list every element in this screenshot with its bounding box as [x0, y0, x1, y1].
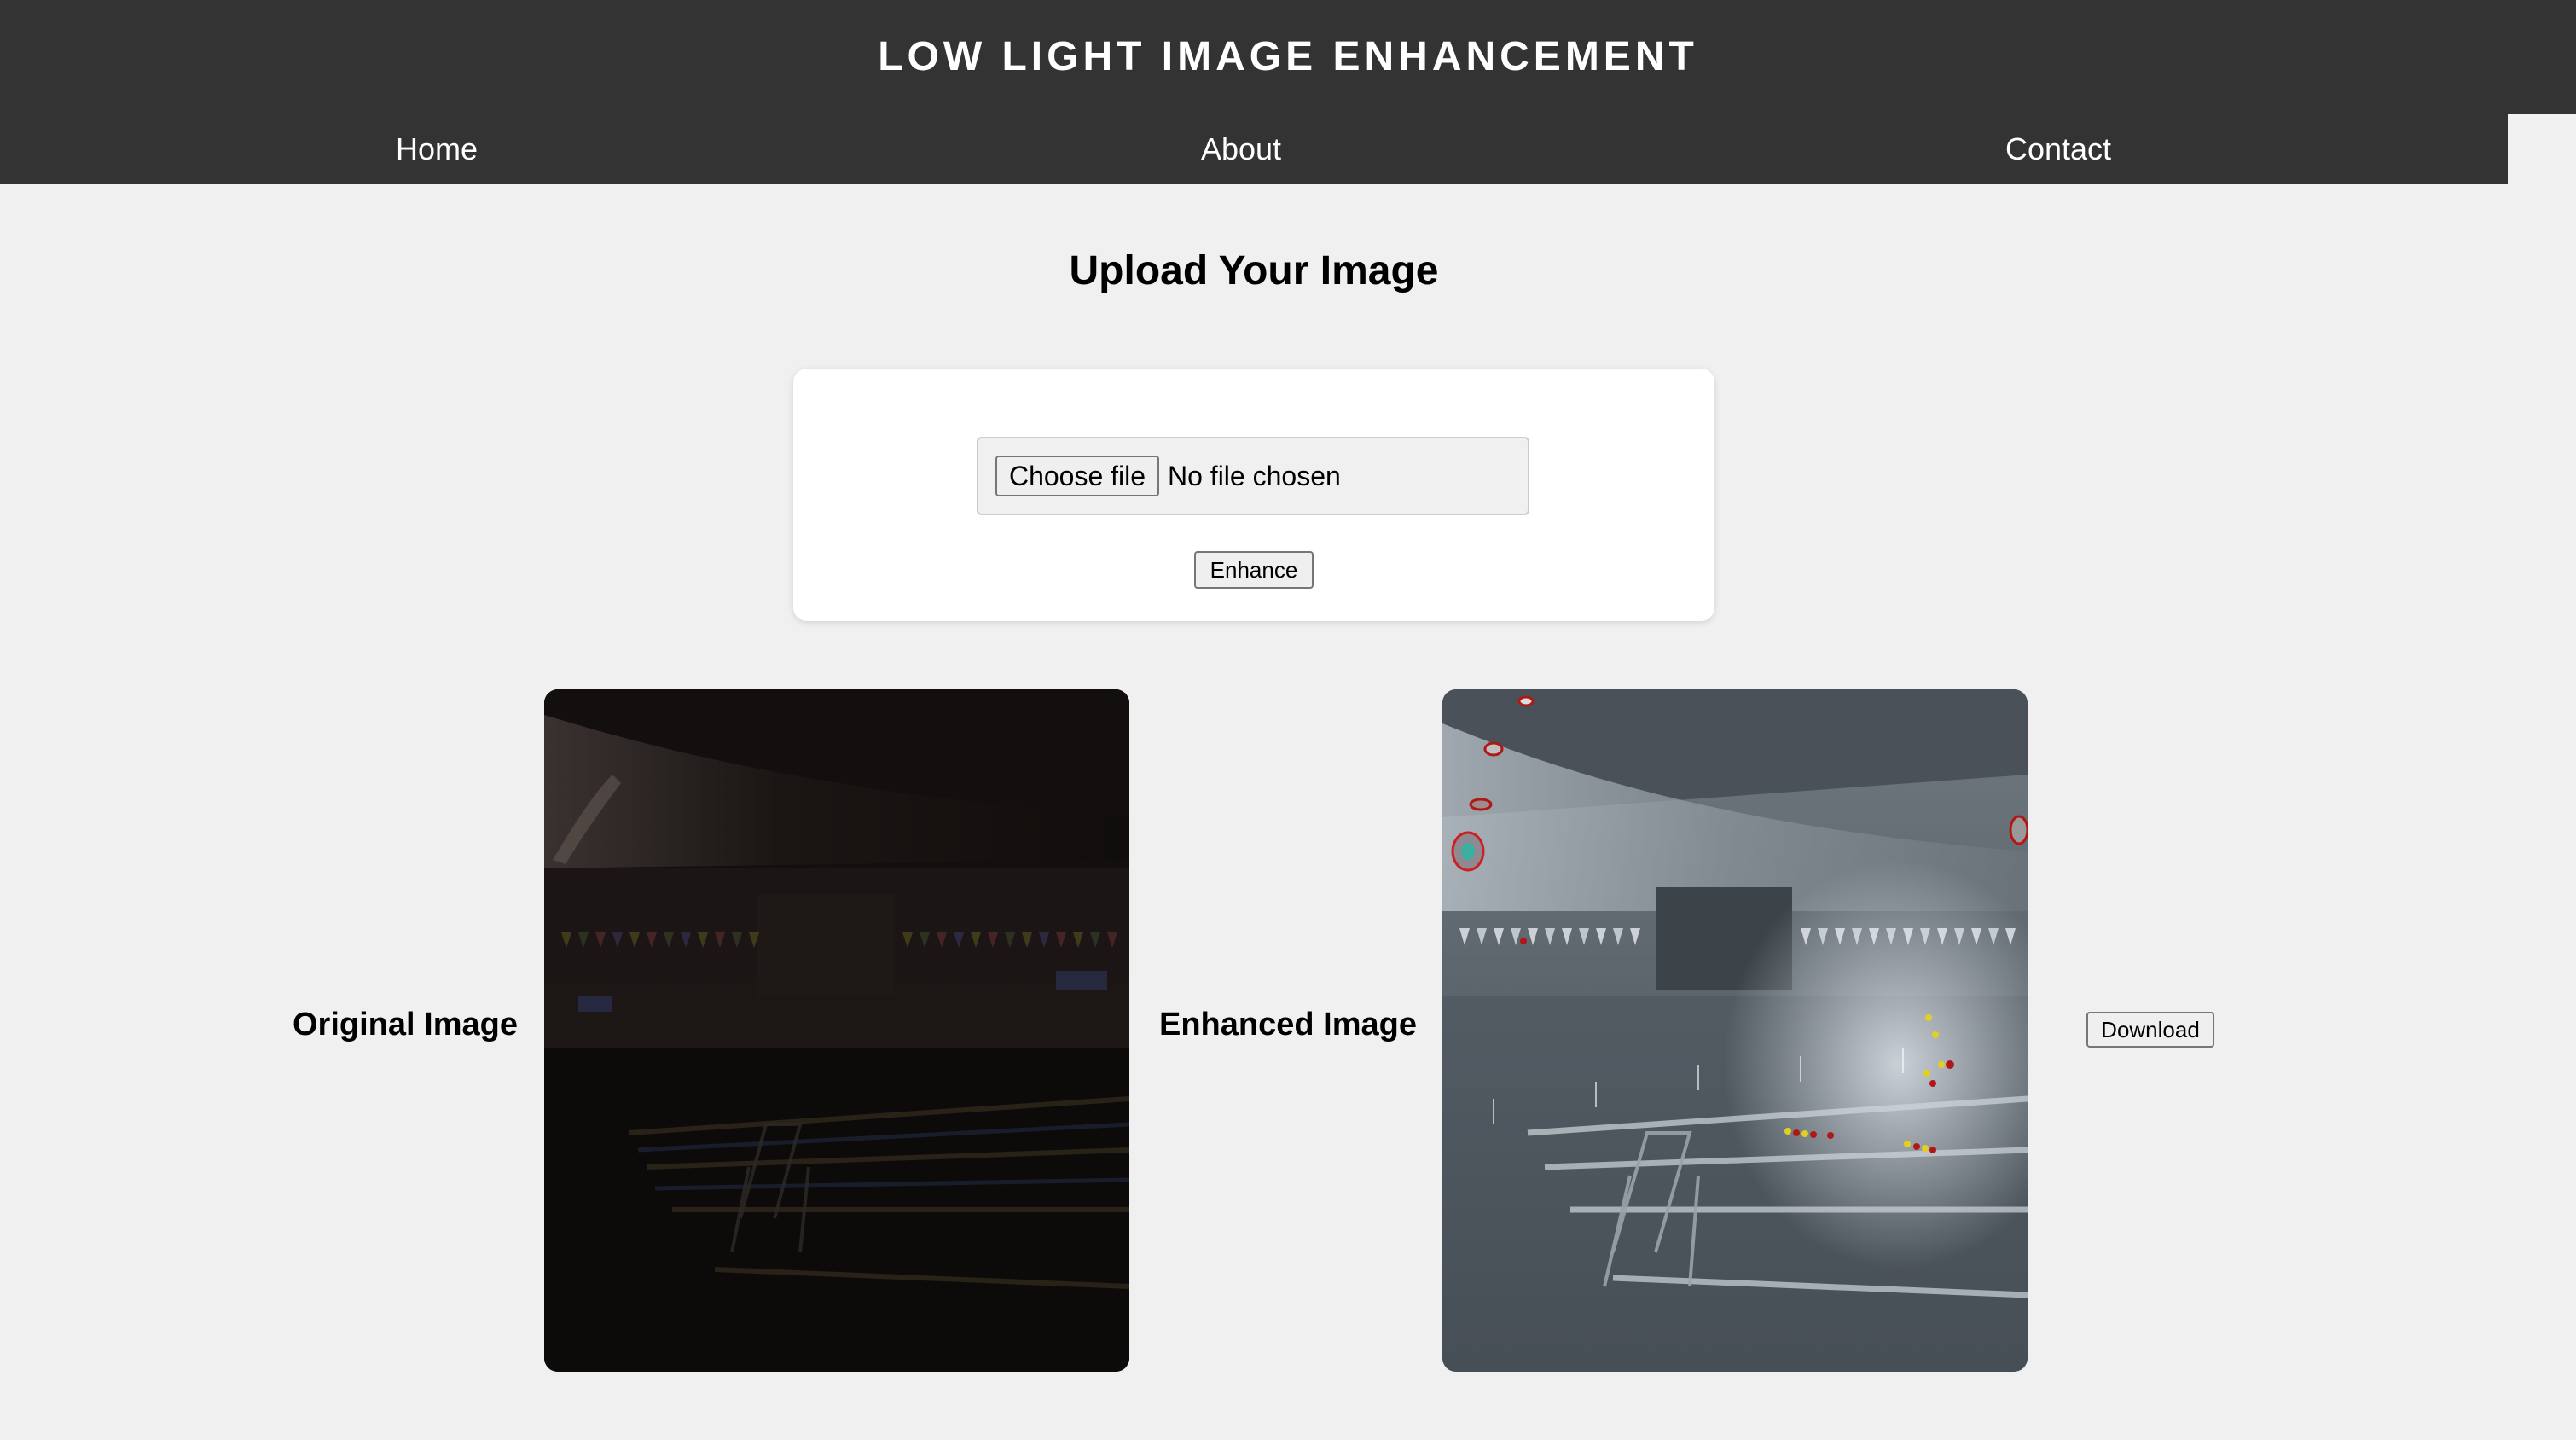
enhance-button[interactable]: Enhance [1194, 551, 1314, 589]
main-nav: Home About Contact [0, 114, 2508, 184]
upload-heading: Upload Your Image [1069, 248, 1439, 293]
download-button[interactable]: Download [2086, 1012, 2214, 1048]
original-image-label: Original Image [293, 1007, 518, 1042]
nav-link-about[interactable]: About [1201, 114, 1281, 184]
file-input[interactable]: Choose file No file chosen [977, 437, 1529, 515]
enhanced-image-label: Enhanced Image [1159, 1007, 1417, 1042]
nav-link-home[interactable]: Home [396, 114, 478, 184]
upload-card: Choose file No file chosen Enhance [793, 369, 1714, 621]
original-image [544, 689, 1129, 1372]
choose-file-button[interactable]: Choose file [995, 456, 1159, 496]
file-status-text: No file chosen [1168, 461, 1341, 491]
site-header: LOW LIGHT IMAGE ENHANCEMENT [0, 0, 2576, 114]
site-title: LOW LIGHT IMAGE ENHANCEMENT [878, 34, 1698, 79]
nav-link-contact[interactable]: Contact [2005, 114, 2111, 184]
enhanced-image [1442, 689, 2028, 1372]
